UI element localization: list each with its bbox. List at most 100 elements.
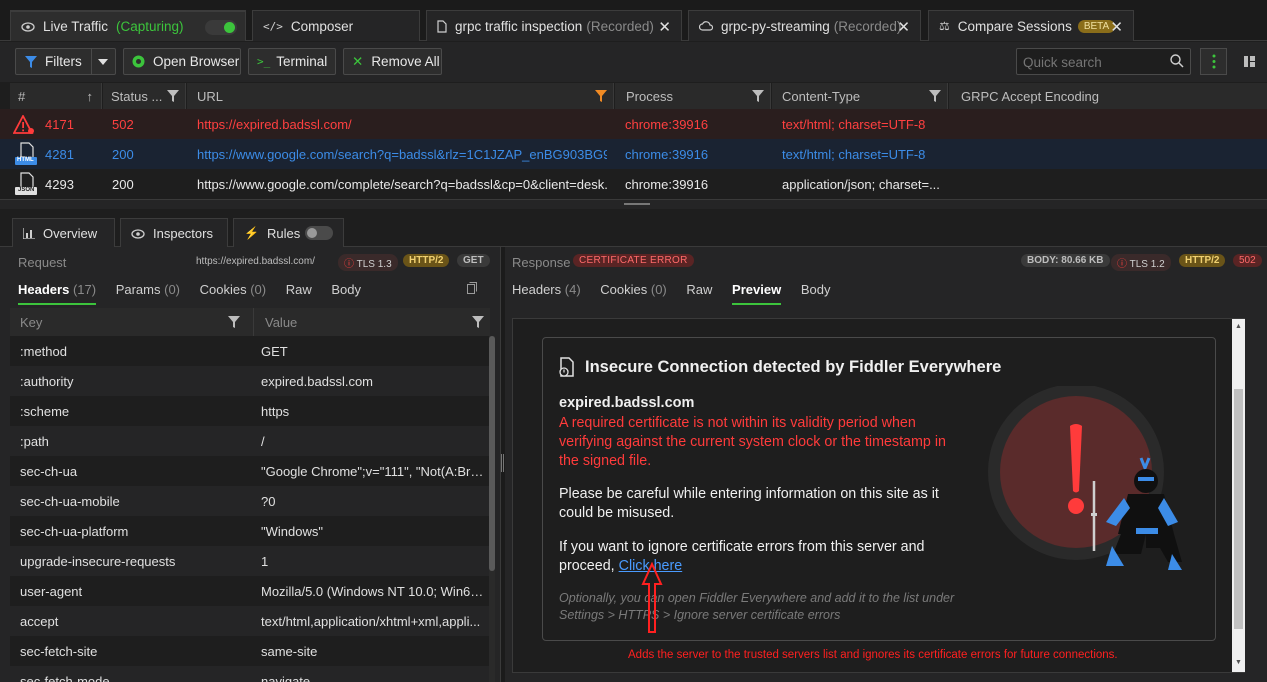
rules-toggle[interactable] <box>305 226 333 240</box>
subtab-preview[interactable]: Preview <box>732 282 782 305</box>
tab-grpc-traffic[interactable]: grpc traffic inspection (Recorded) ✕ <box>426 10 682 41</box>
row-url: https://expired.badssl.com/ <box>197 117 352 132</box>
subtab-body[interactable]: Body <box>331 282 361 297</box>
column-header-grpc-encoding[interactable]: GRPC Accept Encoding <box>949 83 1267 109</box>
close-icon: ✕ <box>352 53 364 69</box>
column-header-id[interactable]: # ↑ <box>10 83 102 109</box>
list-item[interactable]: :method GET <box>10 336 490 366</box>
tab-grpc-py-streaming[interactable]: grpc-py-streaming (Recorded) ✕ <box>688 10 921 41</box>
terminal-label: Terminal <box>276 54 328 69</box>
capture-toggle[interactable] <box>205 20 237 35</box>
more-options-button[interactable] <box>1200 48 1227 75</box>
row-status: 502 <box>112 117 134 132</box>
list-item[interactable]: :authority expired.badssl.com <box>10 366 490 396</box>
table-row[interactable]: 4171 502 https://expired.badssl.com/ chr… <box>0 109 1267 139</box>
optional-hint: Optionally, you can open Fiddler Everywh… <box>559 591 955 622</box>
filters-button[interactable]: Filters <box>15 48 116 75</box>
tab-live-traffic[interactable]: Live Traffic (Capturing) <box>10 10 246 41</box>
filter-icon[interactable] <box>929 90 941 102</box>
search-input[interactable] <box>1023 53 1163 71</box>
grip-icon <box>624 203 650 205</box>
filter-icon[interactable] <box>228 316 240 328</box>
code-icon: </> <box>263 19 283 33</box>
column-label: # <box>18 88 26 104</box>
subtab-body[interactable]: Body <box>801 282 831 297</box>
column-header-content-type[interactable]: Content-Type <box>772 83 948 109</box>
tab-label: Inspectors <box>153 226 213 241</box>
copy-icon[interactable] <box>467 282 477 294</box>
column-label: GRPC Accept Encoding <box>961 88 1100 104</box>
open-browser-button[interactable]: Open Browser <box>123 48 241 75</box>
scrollbar-thumb[interactable] <box>1234 389 1243 629</box>
row-process: chrome:39916 <box>625 147 709 162</box>
horizontal-splitter[interactable] <box>0 199 1267 209</box>
filter-icon[interactable] <box>472 316 484 328</box>
list-item[interactable]: accept text/html,application/xhtml+xml,ap… <box>10 606 490 636</box>
close-icon[interactable]: ✕ <box>658 18 671 36</box>
close-icon[interactable]: ✕ <box>1110 18 1123 36</box>
filter-active-icon[interactable] <box>595 90 607 102</box>
warning-icon <box>13 115 35 135</box>
scroll-up-icon[interactable]: ▲ <box>1235 323 1242 330</box>
subtab-raw[interactable]: Raw <box>686 282 712 297</box>
tab-overview[interactable]: Overview <box>12 218 115 247</box>
tab-status: (Recorded) <box>586 18 654 34</box>
filter-icon[interactable] <box>752 90 764 102</box>
tab-label: grpc traffic inspection <box>455 18 583 34</box>
tab-inspectors[interactable]: Inspectors <box>120 218 228 248</box>
row-content-type: text/html; charset=UTF-8 <box>782 147 926 162</box>
list-item[interactable]: :scheme https <box>10 396 490 426</box>
scrollbar-thumb[interactable] <box>489 336 495 571</box>
ninja-warning-illustration <box>986 386 1196 586</box>
scrollbar[interactable] <box>489 336 495 682</box>
tab-composer[interactable]: </> Composer <box>252 10 420 41</box>
list-item[interactable]: sec-ch-ua-platform "Windows" <box>10 516 490 546</box>
table-row[interactable]: JSON 4293 200 https://www.google.com/com… <box>0 169 1267 199</box>
tls-badge: ⓘ TLS 1.2 <box>1111 254 1171 271</box>
kebab-menu-icon <box>1212 54 1216 69</box>
chart-icon <box>23 227 35 239</box>
tab-compare-sessions[interactable]: ⚖ Compare Sessions BETA ✕ <box>928 10 1134 41</box>
scroll-down-icon[interactable]: ▼ <box>1235 659 1242 666</box>
remove-all-button[interactable]: ✕ Remove All <box>343 48 442 75</box>
subtab-params[interactable]: Params (0) <box>116 282 180 297</box>
response-title: Response <box>512 255 571 270</box>
request-pane: Request https://expired.badssl.com/ ⓘ TL… <box>0 247 500 682</box>
table-row[interactable]: HTML 4281 200 https://www.google.com/sea… <box>0 139 1267 169</box>
column-label: Content-Type <box>782 88 861 104</box>
eye-icon <box>21 21 35 32</box>
subtab-cookies[interactable]: Cookies (0) <box>200 282 266 297</box>
column-header-url[interactable]: URL <box>187 83 614 109</box>
subtab-raw[interactable]: Raw <box>286 282 312 297</box>
list-item[interactable]: :path / <box>10 426 490 456</box>
list-item[interactable]: sec-fetch-mode navigate <box>10 666 490 682</box>
column-label: Process <box>626 88 673 104</box>
terminal-button[interactable]: >_ Terminal <box>248 48 336 75</box>
subtab-headers[interactable]: Headers (4) <box>512 282 581 297</box>
search-box[interactable] <box>1016 48 1191 75</box>
inspector-tab-bar: Overview Inspectors ⚡ Rules <box>0 209 1267 248</box>
list-item[interactable]: sec-ch-ua-mobile ?0 <box>10 486 490 516</box>
grip-icon <box>501 454 504 472</box>
subtab-cookies[interactable]: Cookies (0) <box>600 282 666 297</box>
column-header-process[interactable]: Process <box>615 83 771 109</box>
column-header-status[interactable]: Status ... <box>103 83 186 109</box>
scrollbar[interactable]: ▲ ▼ <box>1232 319 1245 672</box>
search-icon[interactable] <box>1170 54 1184 68</box>
layout-icon[interactable] <box>1244 56 1255 67</box>
close-icon[interactable]: ✕ <box>897 18 910 36</box>
annotation-arrow-icon <box>641 562 663 634</box>
toggle-knob <box>307 228 317 238</box>
chevron-down-icon[interactable] <box>98 59 108 65</box>
row-process: chrome:39916 <box>625 117 709 132</box>
sort-up-icon[interactable]: ↑ <box>87 89 94 104</box>
list-item[interactable]: upgrade-insecure-requests 1 <box>10 546 490 576</box>
list-item[interactable]: user-agent Mozilla/5.0 (Windows NT 10.0; … <box>10 576 490 606</box>
list-item[interactable]: sec-ch-ua "Google Chrome";v="111", "Not(A… <box>10 456 490 486</box>
tab-rules[interactable]: ⚡ Rules <box>233 218 344 247</box>
remove-all-label: Remove All <box>371 54 440 69</box>
subtab-headers[interactable]: Headers (17) <box>18 282 97 305</box>
row-process: chrome:39916 <box>625 177 709 192</box>
filter-icon[interactable] <box>167 90 179 102</box>
list-item[interactable]: sec-fetch-site same-site <box>10 636 490 666</box>
